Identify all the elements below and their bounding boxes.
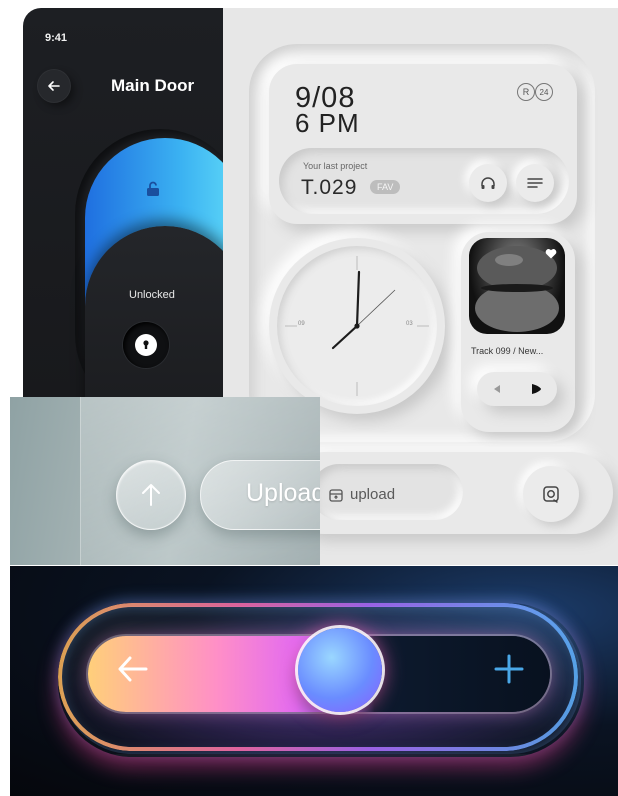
list-button[interactable] [516,164,554,202]
slider-knob[interactable] [298,628,382,712]
last-project-label: Your last project [303,161,368,171]
album-art [469,238,565,334]
badge-r: R [517,83,535,101]
favorite-tag: FAV [370,180,401,194]
play-icon[interactable] [529,382,543,396]
unlocked-padlock-icon [147,181,159,196]
time-display: 6 PM [295,108,360,138]
upload-box-icon [329,489,343,502]
back-button[interactable] [38,70,70,102]
track-title: Track 099 / New... [471,346,544,356]
list-icon [527,178,543,188]
lock-status-text: Unlocked [129,289,175,301]
page-title: Main Door [111,76,195,95]
arrow-up-icon [142,484,160,506]
previous-icon[interactable] [491,383,503,395]
arrow-left-icon[interactable] [116,654,150,684]
keyhole-icon [143,340,149,349]
plus-icon[interactable] [494,654,524,684]
neon-slider-panel [10,566,618,796]
lock-button-face [135,334,157,356]
upload-pill-label: Upload [246,479,320,507]
headphones-icon [481,177,495,189]
camera-icon [543,486,559,503]
playback-control[interactable] [477,372,557,406]
lock-toggle-button[interactable] [123,322,169,368]
status-bar-time: 9:41 [45,32,68,44]
door-slider-handle[interactable] [85,226,223,400]
upload-label: upload [350,486,396,503]
project-code: T.029 [301,176,358,199]
headphones-button[interactable] [469,164,507,202]
arrow-left-icon [48,81,60,91]
camera-button[interactable] [523,466,579,522]
door-app-panel: 9:41 Main Door Unlocked [23,8,223,400]
clock-label-right: 03 [406,321,413,327]
badge-24: 24 [535,83,553,101]
upload-arrow-button[interactable] [116,460,186,530]
clock-label-left: 09 [298,321,305,327]
glass-upload-panel: Upload [10,397,320,565]
heart-icon[interactable] [545,248,557,259]
